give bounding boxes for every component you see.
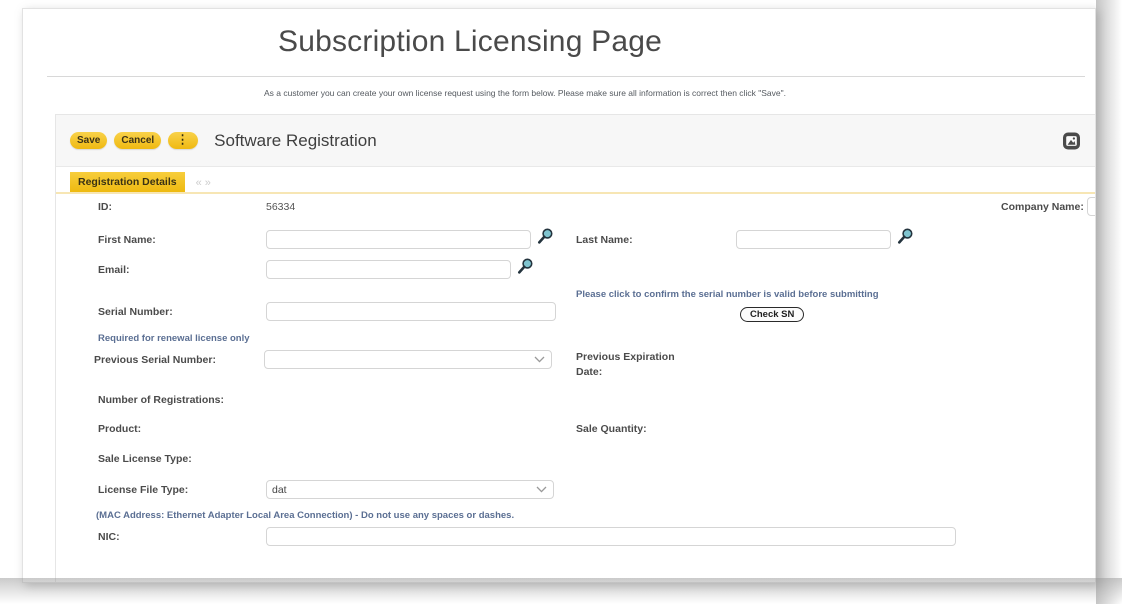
page-shadow-bottom: [0, 578, 1122, 604]
page-title: Subscription Licensing Page: [278, 25, 662, 58]
previous-serial-select[interactable]: [264, 350, 552, 369]
tab-strip: Registration Details «»: [56, 167, 1095, 194]
id-label: ID:: [98, 201, 112, 213]
tab-next-icon[interactable]: »: [205, 177, 214, 189]
last-name-input[interactable]: [736, 230, 891, 249]
chevron-down-icon: [536, 484, 547, 496]
save-button[interactable]: Save: [70, 132, 108, 149]
serial-number-label: Serial Number:: [98, 306, 173, 318]
sale-quantity-label: Sale Quantity:: [576, 423, 647, 435]
chevron-down-icon: [534, 354, 545, 366]
sale-license-type-label: Sale License Type:: [98, 453, 192, 465]
number-of-registrations-label: Number of Registrations:: [98, 394, 225, 406]
email-label: Email:: [98, 264, 130, 276]
nic-label: NIC:: [98, 531, 120, 543]
expand-window-icon[interactable]: [1062, 131, 1081, 150]
check-sn-button[interactable]: Check SN: [740, 307, 805, 322]
panel-toolbar: Save Cancel ⋮ Software Registration: [56, 115, 1095, 167]
check-sn-note: Please click to confirm the serial numbe…: [576, 289, 879, 300]
email-lookup-icon[interactable]: [517, 258, 534, 275]
vertical-dots-icon: ⋮: [177, 133, 190, 147]
previous-expiration-label-line1: Previous Expiration: [576, 351, 675, 363]
previous-serial-label: Previous Serial Number:: [94, 354, 216, 366]
mac-address-note: (MAC Address: Ethernet Adapter Local Are…: [96, 510, 515, 521]
title-divider: [47, 76, 1085, 77]
id-value: 56334: [266, 201, 296, 213]
first-name-label: First Name:: [98, 234, 156, 246]
license-file-type-value: dat: [272, 483, 287, 496]
license-file-type-label: License File Type:: [98, 484, 189, 496]
company-name-label: Company Name:: [1001, 201, 1084, 213]
nic-input[interactable]: [266, 527, 956, 546]
tab-registration-details[interactable]: Registration Details: [70, 172, 185, 192]
cancel-button[interactable]: Cancel: [114, 132, 162, 149]
more-actions-button[interactable]: ⋮: [168, 132, 199, 149]
page-subtitle: As a customer you can create your own li…: [264, 88, 786, 98]
previous-expiration-label-line2: Date:: [576, 366, 603, 378]
panel-title: Software Registration: [214, 130, 377, 150]
serial-number-input[interactable]: [266, 302, 556, 321]
tab-scroll-controls[interactable]: «»: [196, 177, 214, 189]
first-name-input[interactable]: [266, 230, 531, 249]
product-label: Product:: [98, 423, 142, 435]
registration-form: ID: 56334 Company Name: First Name: Last…: [56, 194, 1095, 582]
last-name-lookup-icon[interactable]: [897, 228, 914, 245]
page-root: Subscription Licensing Page As a custome…: [0, 0, 1122, 604]
tab-prev-icon[interactable]: «: [196, 177, 205, 189]
title-band: Subscription Licensing Page: [23, 9, 1095, 75]
page-shadow-right: [1096, 0, 1122, 604]
document-sheet: Subscription Licensing Page As a custome…: [22, 8, 1096, 583]
last-name-label: Last Name:: [576, 234, 633, 246]
renewal-note: Required for renewal license only: [98, 333, 250, 344]
company-name-input[interactable]: [1087, 197, 1095, 216]
email-input[interactable]: [266, 260, 511, 279]
license-file-type-select[interactable]: dat: [266, 480, 554, 499]
software-registration-panel: Save Cancel ⋮ Software Registration Regi…: [55, 114, 1095, 582]
first-name-lookup-icon[interactable]: [537, 228, 554, 245]
